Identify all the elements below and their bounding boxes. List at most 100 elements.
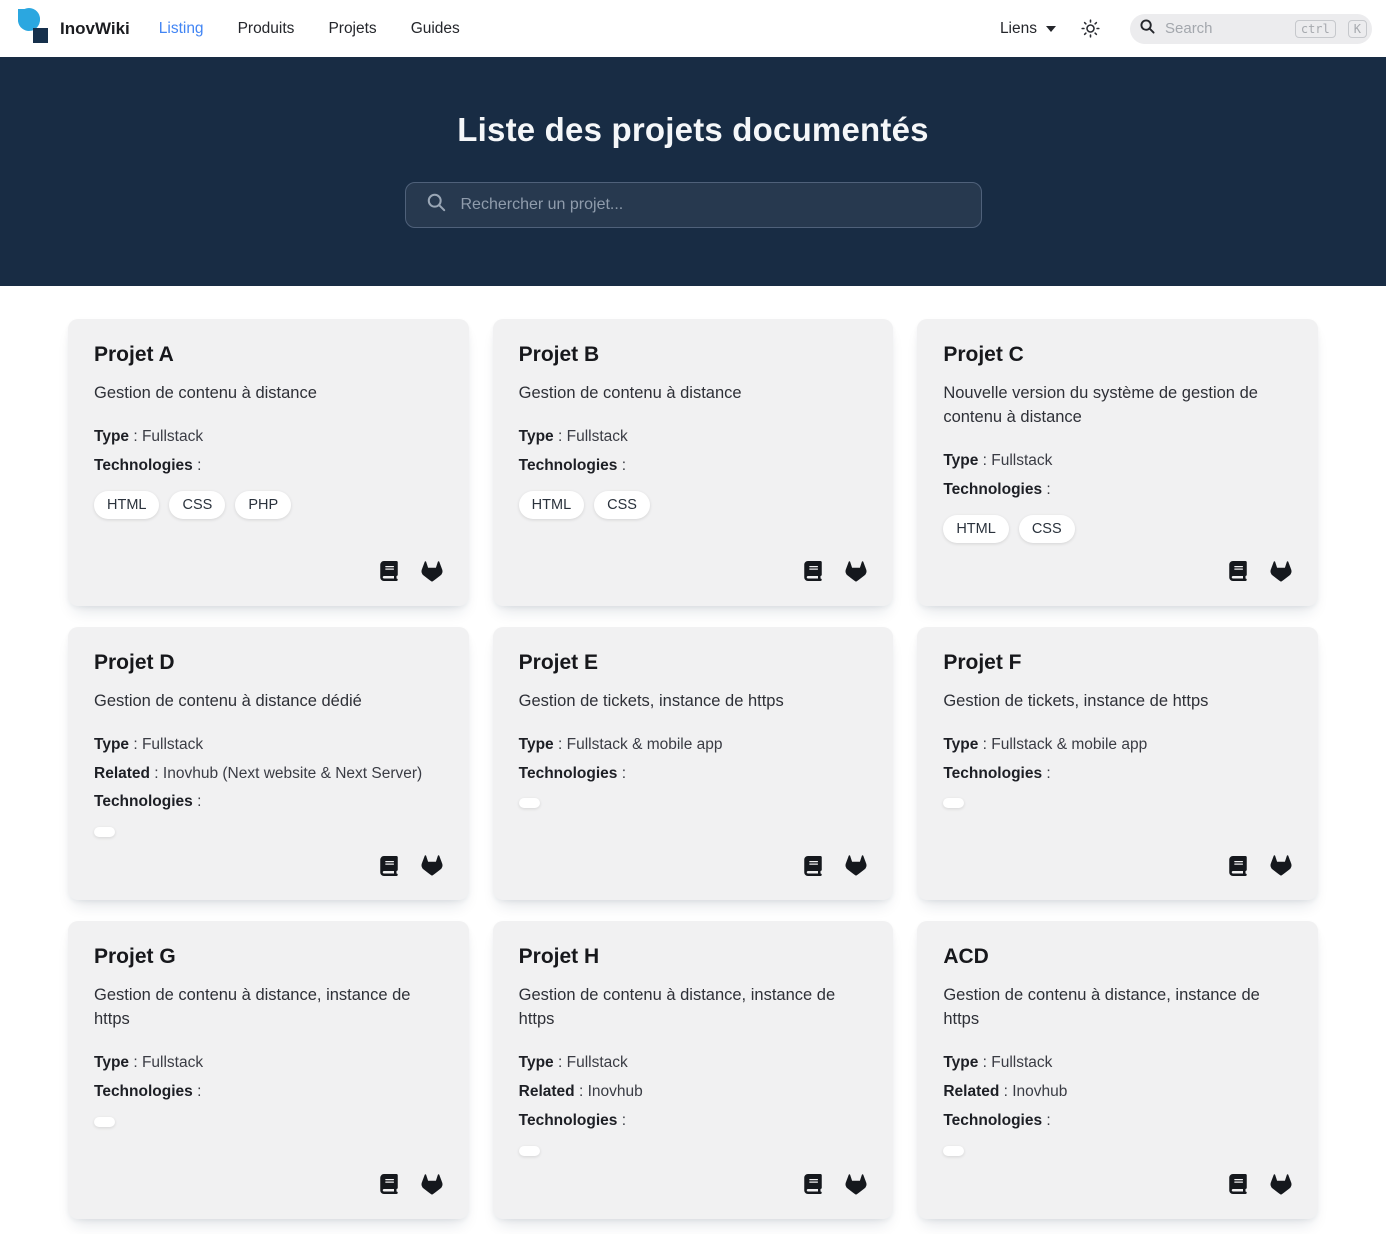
global-search-input[interactable]: [1163, 19, 1287, 38]
projects-grid: Projet A Gestion de contenu à distance T…: [68, 319, 1318, 1219]
tech-chip: [94, 1117, 115, 1127]
chevron-down-icon: [1046, 26, 1056, 32]
card-actions: [519, 543, 868, 582]
card-actions: [943, 543, 1292, 582]
project-title: Projet H: [519, 945, 868, 969]
project-type: Type : Fullstack: [519, 1053, 868, 1074]
gitlab-icon[interactable]: [1270, 561, 1292, 582]
documentation-book-icon[interactable]: [804, 561, 822, 581]
technology-chips: [94, 1117, 443, 1127]
project-related: Related : Inovhub (Next website & Next S…: [94, 764, 443, 785]
project-technologies-label: Technologies :: [94, 456, 443, 477]
project-technologies-label: Technologies :: [519, 1111, 868, 1132]
project-description: Gestion de tickets, instance de https: [943, 690, 1292, 714]
tech-chip: [943, 798, 964, 808]
nav-link-projets[interactable]: Projets: [328, 20, 376, 38]
gitlab-icon[interactable]: [845, 1174, 867, 1195]
technology-chips: HTMLCSS: [943, 515, 1292, 543]
documentation-book-icon[interactable]: [380, 1174, 398, 1194]
documentation-book-icon[interactable]: [1229, 1174, 1247, 1194]
nav-link-guides[interactable]: Guides: [411, 20, 460, 38]
technology-chips: [943, 1146, 1292, 1156]
project-card: Projet E Gestion de tickets, instance de…: [493, 627, 894, 901]
brand-logo[interactable]: InovWiki: [14, 5, 130, 52]
project-related: Related : Inovhub: [519, 1082, 868, 1103]
gitlab-icon[interactable]: [421, 1174, 443, 1195]
gitlab-icon[interactable]: [1270, 1174, 1292, 1195]
project-card: Projet C Nouvelle version du système de …: [917, 319, 1318, 606]
page-title: Liste des projets documentés: [20, 111, 1366, 149]
search-icon: [427, 193, 446, 217]
nav-link-produits[interactable]: Produits: [238, 20, 295, 38]
documentation-book-icon[interactable]: [380, 561, 398, 581]
project-type: Type : Fullstack: [94, 427, 443, 448]
technology-chips: [519, 798, 868, 808]
hero-banner: Liste des projets documentés: [0, 57, 1386, 286]
project-card: ACD Gestion de contenu à distance, insta…: [917, 921, 1318, 1219]
liens-dropdown[interactable]: Liens: [1000, 20, 1056, 38]
technology-chips: [519, 1146, 868, 1156]
project-card: Projet H Gestion de contenu à distance, …: [493, 921, 894, 1219]
documentation-book-icon[interactable]: [1229, 856, 1247, 876]
nav-link-listing[interactable]: Listing: [159, 20, 204, 38]
project-description: Gestion de contenu à distance: [519, 382, 868, 406]
card-actions: [519, 837, 868, 876]
project-search[interactable]: [405, 182, 982, 228]
documentation-book-icon[interactable]: [1229, 561, 1247, 581]
gitlab-icon[interactable]: [845, 561, 867, 582]
project-description: Nouvelle version du système de gestion d…: [943, 382, 1292, 430]
project-type: Type : Fullstack & mobile app: [943, 735, 1292, 756]
technology-chips: HTMLCSSPHP: [94, 491, 443, 519]
tech-chip: HTML: [94, 491, 159, 519]
project-title: Projet F: [943, 651, 1292, 675]
documentation-book-icon[interactable]: [804, 1174, 822, 1194]
project-description: Gestion de contenu à distance: [94, 382, 443, 406]
tech-chip: [519, 1146, 540, 1156]
navbar-right: Liens ctr: [1000, 14, 1372, 44]
navbar: InovWiki Listing Produits Projets Guides…: [0, 0, 1386, 57]
project-description: Gestion de contenu à distance dédié: [94, 690, 443, 714]
project-title: Projet C: [943, 343, 1292, 367]
project-type: Type : Fullstack: [519, 427, 868, 448]
technology-chips: [943, 798, 1292, 808]
documentation-book-icon[interactable]: [380, 856, 398, 876]
gitlab-icon[interactable]: [1270, 855, 1292, 876]
project-technologies-label: Technologies :: [943, 1111, 1292, 1132]
tech-chip: [94, 827, 115, 837]
project-type: Type : Fullstack: [94, 735, 443, 756]
inovwiki-logo-icon: [14, 5, 51, 52]
theme-toggle-sun-icon[interactable]: [1080, 18, 1101, 39]
project-title: ACD: [943, 945, 1292, 969]
card-actions: [943, 1156, 1292, 1195]
project-type: Type : Fullstack: [943, 1053, 1292, 1074]
project-description: Gestion de contenu à distance, instance …: [94, 984, 443, 1032]
project-title: Projet D: [94, 651, 443, 675]
project-type: Type : Fullstack: [943, 451, 1292, 472]
main-nav: Listing Produits Projets Guides: [159, 20, 460, 38]
project-technologies-label: Technologies :: [94, 1082, 443, 1103]
global-search[interactable]: ctrl K: [1130, 14, 1372, 44]
project-card: Projet B Gestion de contenu à distance T…: [493, 319, 894, 606]
project-title: Projet B: [519, 343, 868, 367]
documentation-book-icon[interactable]: [804, 856, 822, 876]
project-description: Gestion de tickets, instance de https: [519, 690, 868, 714]
project-search-input[interactable]: [459, 195, 960, 215]
project-description: Gestion de contenu à distance, instance …: [943, 984, 1292, 1032]
tech-chip: CSS: [169, 491, 225, 519]
project-technologies-label: Technologies :: [519, 456, 868, 477]
technology-chips: [94, 827, 443, 837]
tech-chip: [943, 1146, 964, 1156]
tech-chip: HTML: [519, 491, 584, 519]
gitlab-icon[interactable]: [845, 855, 867, 876]
gitlab-icon[interactable]: [421, 855, 443, 876]
kbd-ctrl: ctrl: [1295, 20, 1336, 38]
brand-name: InovWiki: [60, 19, 130, 39]
project-card: Projet F Gestion de tickets, instance de…: [917, 627, 1318, 901]
search-icon: [1140, 19, 1155, 39]
liens-dropdown-label: Liens: [1000, 20, 1037, 38]
tech-chip: [519, 798, 540, 808]
kbd-k: K: [1348, 20, 1367, 38]
gitlab-icon[interactable]: [421, 561, 443, 582]
project-card: Projet A Gestion de contenu à distance T…: [68, 319, 469, 606]
card-actions: [94, 543, 443, 582]
